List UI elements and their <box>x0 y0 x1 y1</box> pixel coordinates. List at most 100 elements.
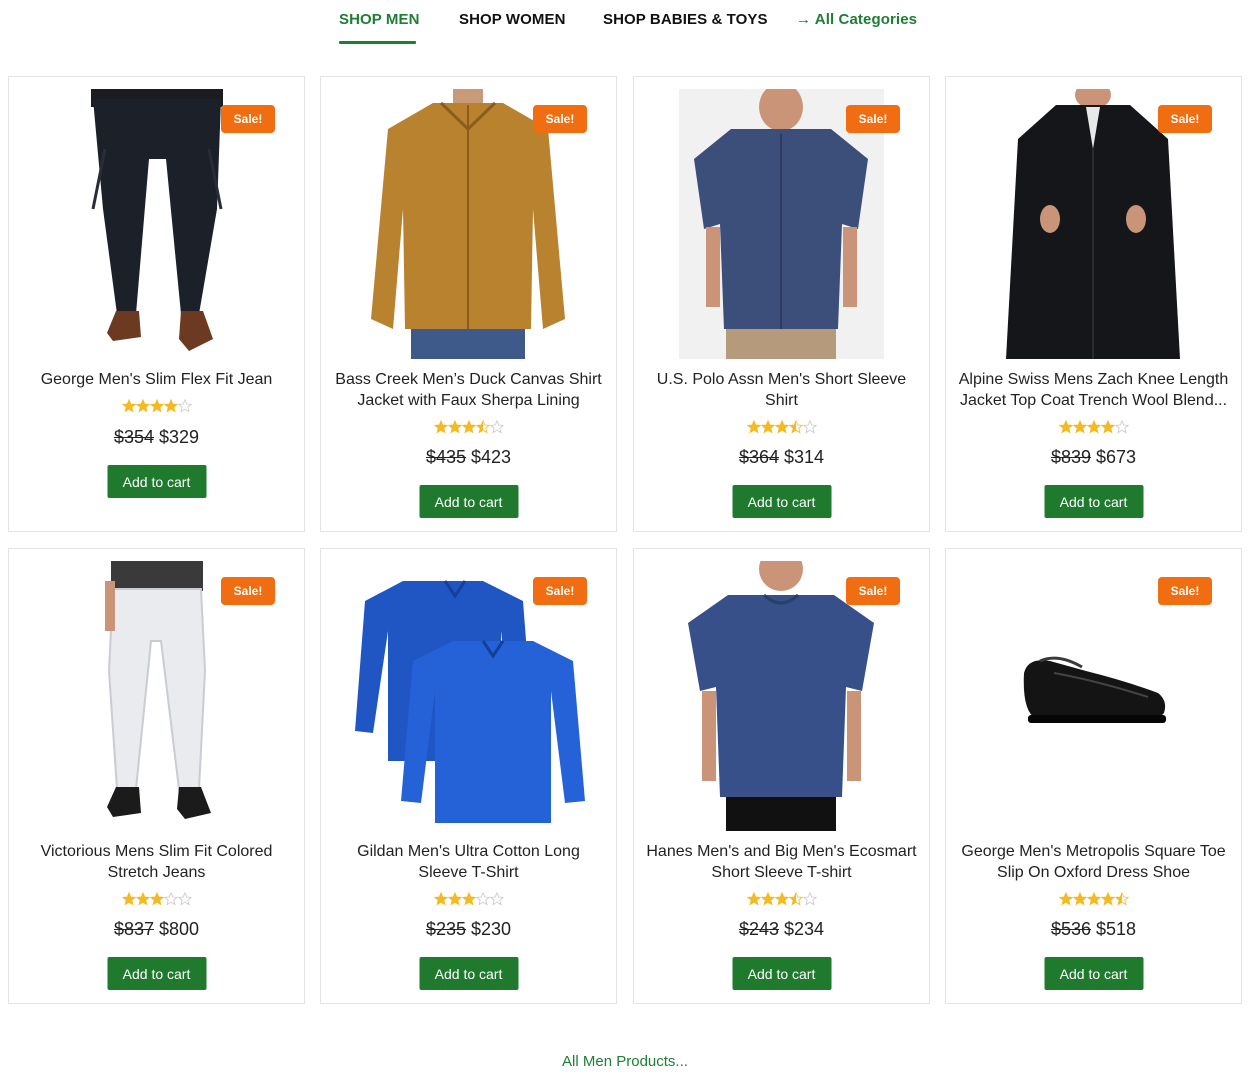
product-title[interactable]: Hanes Men's and Big Men's Ecosmart Short… <box>644 841 919 883</box>
star-icon <box>1100 892 1115 906</box>
rating-stars <box>634 892 929 906</box>
star-icon <box>447 420 462 434</box>
product-price: $364 $314 <box>634 447 929 468</box>
rating-stars <box>321 892 616 906</box>
rating-stars <box>9 399 304 413</box>
star-icon <box>1086 420 1101 434</box>
sale-badge: Sale! <box>533 105 587 133</box>
rating-stars <box>634 420 929 434</box>
sale-badge: Sale! <box>1158 105 1212 133</box>
old-price: $536 <box>1050 919 1091 939</box>
star-icon <box>163 892 178 906</box>
star-icon <box>1114 420 1129 434</box>
sale-price: $329 <box>159 427 200 447</box>
product-card: Sale! Hanes Men's and Big Men's Ecosmart… <box>633 548 930 1004</box>
old-price: $837 <box>113 919 154 939</box>
tab-shop-women[interactable]: SHOP WOMEN <box>459 11 566 28</box>
star-icon <box>121 892 136 906</box>
star-icon <box>489 892 504 906</box>
tab-shop-babies-toys[interactable]: SHOP BABIES & TOYS <box>603 11 768 28</box>
old-price: $435 <box>425 447 466 467</box>
product-card: Sale! George Men's Slim Flex Fit Jean $3… <box>8 76 305 532</box>
star-icon <box>461 892 476 906</box>
tab-all-categories[interactable]: → All Categories <box>796 11 917 28</box>
rating-stars <box>946 420 1241 434</box>
sale-price: $518 <box>1096 919 1137 939</box>
sale-badge: Sale! <box>533 577 587 605</box>
star-icon <box>802 892 817 906</box>
category-tabs: SHOP MEN SHOP WOMEN SHOP BABIES & TOYS →… <box>0 0 1250 46</box>
add-to-cart-button[interactable]: Add to cart <box>732 957 831 990</box>
sale-price: $234 <box>784 919 825 939</box>
product-title[interactable]: George Men's Slim Flex Fit Jean <box>19 369 294 390</box>
product-price: $235 $230 <box>321 919 616 940</box>
star-icon <box>433 420 448 434</box>
product-card: Sale! Gildan Men's Ultra Cotton Long Sle… <box>320 548 617 1004</box>
product-title[interactable]: Gildan Men's Ultra Cotton Long Sleeve T-… <box>331 841 606 883</box>
star-icon <box>489 420 504 434</box>
rating-stars <box>321 420 616 434</box>
rating-stars <box>946 892 1241 906</box>
product-title[interactable]: George Men's Metropolis Square Toe Slip … <box>956 841 1231 883</box>
star-icon <box>149 399 164 413</box>
add-to-cart-button[interactable]: Add to cart <box>419 957 518 990</box>
star-icon <box>135 399 150 413</box>
star-icon <box>746 892 761 906</box>
sale-badge: Sale! <box>846 577 900 605</box>
sale-price: $423 <box>471 447 512 467</box>
add-to-cart-button[interactable]: Add to cart <box>732 485 831 518</box>
product-title[interactable]: Alpine Swiss Mens Zach Knee Length Jacke… <box>956 369 1231 411</box>
star-icon <box>475 420 490 434</box>
add-to-cart-button[interactable]: Add to cart <box>107 465 206 498</box>
star-icon <box>1072 892 1087 906</box>
product-price: $354 $329 <box>9 427 304 448</box>
product-title[interactable]: U.S. Polo Assn Men's Short Sleeve Shirt <box>644 369 919 411</box>
star-icon <box>802 420 817 434</box>
add-to-cart-button[interactable]: Add to cart <box>1044 957 1143 990</box>
sale-price: $800 <box>159 919 200 939</box>
star-icon <box>447 892 462 906</box>
add-to-cart-button[interactable]: Add to cart <box>1044 485 1143 518</box>
old-price: $364 <box>738 447 779 467</box>
product-price: $536 $518 <box>946 919 1241 940</box>
product-title[interactable]: Bass Creek Men’s Duck Canvas Shirt Jacke… <box>331 369 606 411</box>
star-icon <box>760 420 775 434</box>
star-icon <box>774 420 789 434</box>
star-icon <box>163 399 178 413</box>
star-icon <box>1072 420 1087 434</box>
product-card: Sale! Alpine Swiss Mens Zach Knee Length… <box>945 76 1242 532</box>
star-icon <box>746 420 761 434</box>
star-icon <box>1114 892 1129 906</box>
product-price: $837 $800 <box>9 919 304 940</box>
star-icon <box>121 399 136 413</box>
add-to-cart-button[interactable]: Add to cart <box>107 957 206 990</box>
rating-stars <box>9 892 304 906</box>
old-price: $839 <box>1050 447 1091 467</box>
old-price: $235 <box>425 919 466 939</box>
star-icon <box>177 399 192 413</box>
sale-price: $230 <box>471 919 512 939</box>
star-icon <box>774 892 789 906</box>
old-price: $243 <box>738 919 779 939</box>
product-price: $839 $673 <box>946 447 1241 468</box>
tab-shop-men[interactable]: SHOP MEN <box>339 11 420 28</box>
product-price: $435 $423 <box>321 447 616 468</box>
star-icon <box>760 892 775 906</box>
product-card: Sale! Victorious Mens Slim Fit Colored S… <box>8 548 305 1004</box>
star-icon <box>149 892 164 906</box>
product-title[interactable]: Victorious Mens Slim Fit Colored Stretch… <box>19 841 294 883</box>
all-men-products-link[interactable]: All Men Products... <box>0 1053 1250 1070</box>
star-icon <box>1086 892 1101 906</box>
active-tab-indicator <box>339 41 416 44</box>
sale-badge: Sale! <box>221 105 275 133</box>
product-price: $243 $234 <box>634 919 929 940</box>
star-icon <box>1058 420 1073 434</box>
star-icon <box>135 892 150 906</box>
star-icon <box>461 420 476 434</box>
old-price: $354 <box>113 427 154 447</box>
star-icon <box>788 420 803 434</box>
product-card: Sale! George Men's Metropolis Square Toe… <box>945 548 1242 1004</box>
star-icon <box>1058 892 1073 906</box>
add-to-cart-button[interactable]: Add to cart <box>419 485 518 518</box>
product-card: Sale! U.S. Polo Assn Men's Short Sleeve … <box>633 76 930 532</box>
